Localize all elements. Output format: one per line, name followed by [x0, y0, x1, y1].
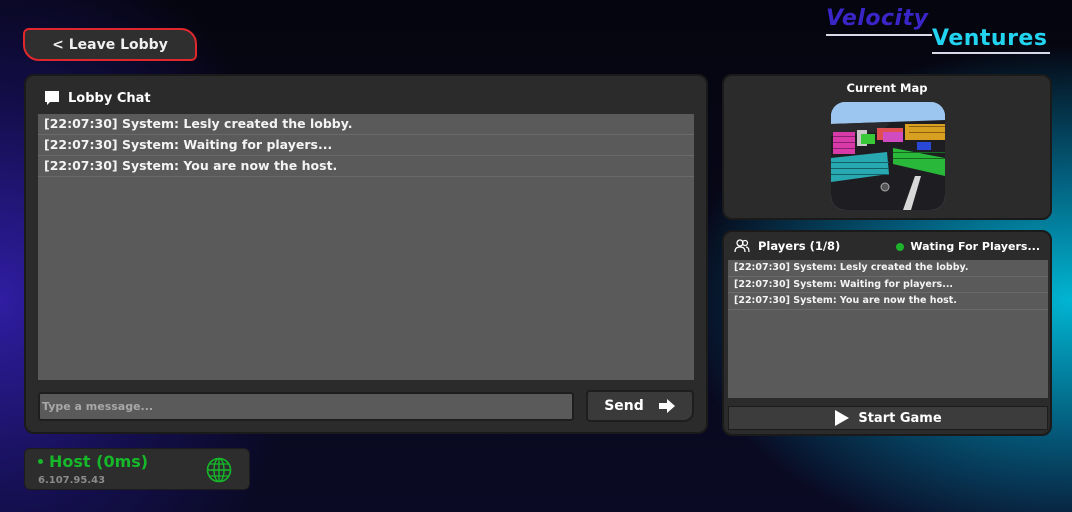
host-status: Host (0ms)	[38, 452, 148, 471]
players-count-title: Players (1/8)	[758, 239, 841, 253]
current-map-panel: Current Map	[722, 74, 1052, 220]
play-icon	[835, 410, 850, 426]
chat-bubble-icon	[45, 91, 59, 105]
players-log-line: [22:07:30] System: You are now the host.	[728, 293, 1048, 310]
leave-lobby-label: < Leave Lobby	[52, 36, 168, 53]
host-ip-address: 6.107.95.43	[38, 475, 106, 486]
host-info: Host (0ms) 6.107.95.43	[24, 448, 250, 490]
chat-message: [22:07:30] System: You are now the host.	[38, 156, 694, 177]
send-button[interactable]: Send	[586, 390, 694, 422]
host-status-dot-icon	[38, 459, 43, 464]
logo-word-ventures: Ventures	[932, 26, 1048, 51]
logo-underline-bottom	[932, 52, 1050, 54]
start-game-button[interactable]: Start Game	[728, 406, 1048, 430]
lobby-chat-header: Lobby Chat	[44, 90, 151, 106]
arrow-right-icon	[658, 399, 675, 413]
globe-icon	[206, 457, 232, 483]
players-panel: Players (1/8) Wating For Players... [22:…	[722, 230, 1052, 436]
send-label: Send	[604, 398, 644, 414]
map-preview-image[interactable]	[831, 102, 945, 210]
chat-message-log[interactable]: [22:07:30] System: Lesly created the lob…	[38, 114, 694, 380]
logo-underline-top	[826, 34, 932, 36]
players-log[interactable]: [22:07:30] System: Lesly created the lob…	[728, 260, 1048, 398]
players-log-line: [22:07:30] System: Waiting for players..…	[728, 277, 1048, 293]
chat-message-input[interactable]	[38, 392, 574, 421]
lobby-chat-panel: Lobby Chat [22:07:30] System: Lesly crea…	[24, 74, 708, 434]
users-icon	[734, 239, 750, 253]
leave-lobby-button[interactable]: < Leave Lobby	[23, 28, 197, 61]
host-status-text: Host (0ms)	[49, 452, 149, 471]
logo-word-velocity: Velocity	[826, 6, 929, 31]
map-preview-art	[831, 102, 945, 210]
lobby-status: Wating For Players...	[896, 240, 1040, 253]
players-header: Players (1/8)	[734, 239, 840, 253]
start-game-label: Start Game	[858, 410, 942, 426]
chat-message: [22:07:30] System: Waiting for players..…	[38, 135, 694, 156]
chat-message: [22:07:30] System: Lesly created the lob…	[38, 114, 694, 135]
lobby-status-text: Wating For Players...	[910, 240, 1040, 253]
status-dot-icon	[896, 242, 905, 251]
lobby-chat-title: Lobby Chat	[68, 90, 151, 106]
players-log-line: [22:07:30] System: Lesly created the lob…	[728, 260, 1048, 277]
current-map-title: Current Map	[846, 81, 928, 95]
game-logo: Velocity Ventures	[822, 4, 1054, 54]
